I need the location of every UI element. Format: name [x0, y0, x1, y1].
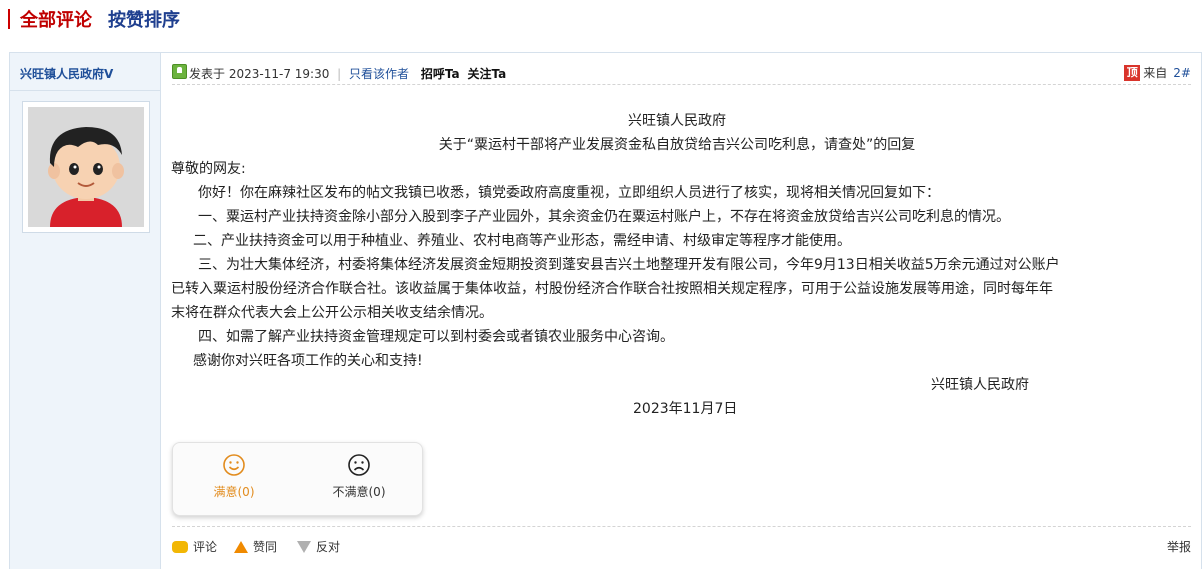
online-status-icon — [172, 64, 187, 79]
header-accent-bar — [8, 9, 10, 29]
reply-signature: 兴旺镇人民政府 — [931, 377, 1029, 393]
sort-by-likes-tab[interactable]: 按赞排序 — [108, 6, 180, 32]
comment-button[interactable]: 评论 — [172, 538, 217, 555]
author-name-link[interactable]: 兴旺镇人民政府V — [20, 65, 113, 82]
sad-face-icon — [348, 454, 370, 476]
top-badge-icon[interactable]: 顶 — [1124, 64, 1141, 81]
post-meta-text: 发表于 2023-11-7 19:30 | 只看该作者 招呼Ta 关注Ta — [189, 65, 506, 82]
unsatisfied-label: 不满意(0) — [332, 485, 386, 499]
oppose-button[interactable]: 反对 — [297, 538, 340, 555]
greet-link[interactable]: 招呼Ta — [421, 67, 460, 81]
down-arrow-icon — [297, 540, 311, 553]
reply-paragraph-1: 你好！你在麻辣社区发布的帖文我镇已收悉，镇党委政府高度重视，立即组织人员进行了核… — [198, 185, 940, 201]
from-label: 来自 — [1143, 66, 1168, 80]
reply-paragraph-2: 一、粟运村产业扶持资金除小部分入股到李子产业园外，其余资金仍在粟运村账户上，不存… — [198, 209, 1010, 225]
satisfied-button[interactable]: 满意(0) — [179, 453, 289, 509]
floor-number-link[interactable]: 2# — [1173, 66, 1191, 80]
reply-paragraph-5: 四、如需了解产业扶持资金管理规定可以到村委会或者镇农业服务中心咨询。 — [198, 329, 674, 345]
comment-post: 兴旺镇人民政府V 发表于 2023-11-7 19:30 | 只看该作者 招呼T… — [9, 52, 1202, 569]
like-button[interactable]: 赞同 — [234, 538, 277, 555]
post-actions-bar: 评论 赞同 反对 举报 — [172, 526, 1191, 560]
author-header: 兴旺镇人民政府V — [10, 53, 161, 91]
cartoon-boy-avatar-icon — [28, 107, 144, 227]
meta-divider: | — [337, 67, 342, 81]
reply-paragraph-4-line-2: 已转入粟运村股份经济合作联合社。该收益属于集体收益，村股份经济合作联合社按照相关… — [171, 281, 1053, 297]
oppose-label: 反对 — [316, 540, 341, 554]
comment-bubble-icon — [172, 540, 188, 553]
follow-link[interactable]: 关注Ta — [467, 67, 506, 81]
reply-date: 2023年11月7日 — [633, 401, 738, 417]
satisfied-label: 满意(0) — [213, 485, 255, 499]
reply-paragraph-6: 感谢你对兴旺各项工作的关心和支持! — [193, 353, 423, 369]
reply-greeting: 尊敬的网友: — [171, 161, 246, 177]
up-arrow-icon — [234, 540, 248, 553]
rating-panel: 满意(0) 不满意(0) — [172, 442, 423, 516]
floor-info: 顶来自 2# — [1124, 64, 1191, 81]
avatar[interactable] — [28, 107, 144, 227]
like-label: 赞同 — [253, 540, 278, 554]
smile-face-icon — [223, 454, 245, 476]
report-link[interactable]: 举报 — [1167, 538, 1191, 555]
unsatisfied-button[interactable]: 不满意(0) — [304, 453, 414, 509]
all-comments-tab[interactable]: 全部评论 — [20, 6, 92, 32]
author-sidebar: 兴旺镇人民政府V — [10, 53, 161, 569]
posted-at-label: 发表于 — [189, 67, 226, 81]
post-content-area: 发表于 2023-11-7 19:30 | 只看该作者 招呼Ta 关注Ta 顶来… — [162, 53, 1201, 569]
comments-header: 全部评论 按赞排序 — [0, 0, 1204, 40]
reply-title-org: 兴旺镇人民政府 — [628, 113, 726, 129]
posted-at-time: 2023-11-7 19:30 — [228, 67, 330, 81]
reply-title-subject: 关于“粟运村干部将产业发展资金私自放贷给吉兴公司吃利息，请查处”的回复 — [438, 137, 916, 153]
only-author-link[interactable]: 只看该作者 — [349, 67, 409, 81]
reply-paragraph-4-line-3: 末将在群众代表大会上公开公示相关收支结余情况。 — [171, 305, 493, 321]
post-body: 兴旺镇人民政府 关于“粟运村干部将产业发展资金私自放贷给吉兴公司吃利息，请查处”… — [171, 109, 1183, 421]
comment-label: 评论 — [193, 540, 218, 554]
reply-paragraph-3: 二、产业扶持资金可以用于种植业、养殖业、农村电商等产业形态，需经申请、村级审定等… — [193, 233, 851, 249]
reply-paragraph-4-line-1: 三、为壮大集体经济，村委将集体经济发展资金短期投资到蓬安县吉兴土地整理开发有限公… — [198, 257, 1060, 273]
avatar-frame[interactable] — [22, 101, 150, 233]
post-meta-bar: 发表于 2023-11-7 19:30 | 只看该作者 招呼Ta 关注Ta 顶来… — [172, 61, 1191, 85]
